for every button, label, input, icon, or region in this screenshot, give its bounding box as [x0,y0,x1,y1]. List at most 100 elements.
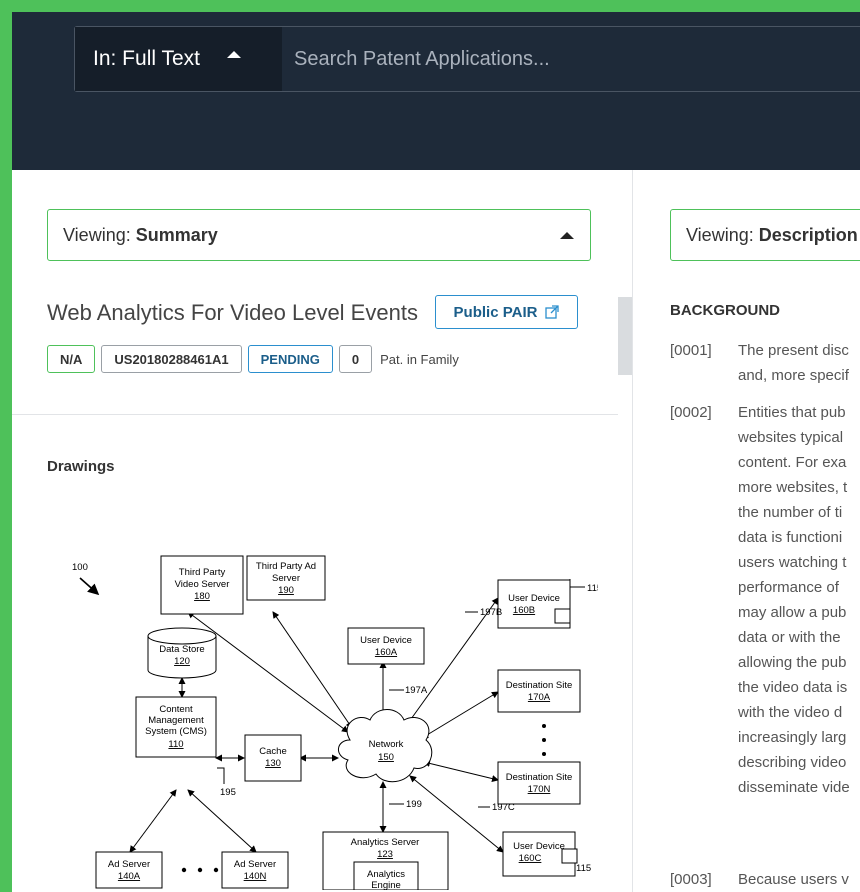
paragraph-line: disseminate vide [738,779,850,796]
svg-text:170N: 170N [528,784,551,795]
paragraph-line: websites typical [738,429,844,446]
ellipsis-dots-horizontal [181,867,219,873]
paragraph-number: [0003] [670,871,712,888]
search-scope-label: In: Full Text [93,47,200,70]
drawings-heading: Drawings [47,458,115,475]
svg-text:Content: Content [159,704,193,715]
right-viewing-prefix: Viewing: [686,224,754,245]
svg-text:Ad Server: Ad Server [108,859,150,870]
svg-text:140N: 140N [244,871,267,882]
svg-text:System (CMS): System (CMS) [145,726,207,737]
paragraph-line: and, more specif [738,367,849,384]
family-label: Pat. in Family [380,351,459,367]
ref-115-bottom: 115 [576,863,591,874]
svg-text:160B: 160B [513,605,535,616]
svg-text:140A: 140A [118,871,141,882]
svg-text:180: 180 [194,591,210,602]
ref-199: 199 [406,799,422,810]
svg-text:Network: Network [369,739,404,750]
analytics-server-box: Analytics Server 123 Analytics Engine [322,831,449,890]
paragraph-line: The present disc [738,342,849,359]
na-badge: N/A [47,345,96,373]
user-device-160c-box: User Device 160C [502,831,578,877]
paragraph-line: with the video d [738,704,843,721]
svg-text:Third Party Ad: Third Party Ad [256,561,316,572]
svg-text:Ad Server: Ad Server [234,859,276,870]
family-count-badge: 0 [338,345,373,373]
data-store-cylinder: Data Store 120 [147,627,217,679]
network-cloud: Network 150 [338,709,433,783]
paragraph-line: data or with the [738,629,841,646]
svg-text:Analytics Server: Analytics Server [351,837,420,848]
ad-server-140n-box: Ad Server 140N [221,851,289,889]
patent-drawing[interactable]: 100 Third Party Video Server 180 Third P… [58,540,598,890]
ellipsis-dots-vertical [542,724,546,756]
svg-text:160C: 160C [519,853,542,864]
svg-text:User Device: User Device [360,635,412,646]
paragraph-line: Because users v [738,871,849,888]
third-party-ad-server-box: Third Party Ad Server 190 [246,555,326,601]
search-scope-dropdown[interactable]: In: Full Text [75,27,282,91]
top-bar: In: Full Text [12,12,860,170]
paragraph-line: increasingly larg [738,729,847,746]
cache-box: Cache 130 [244,734,302,782]
left-viewing-prefix: Viewing: [63,224,131,245]
right-viewing-dropdown[interactable]: Viewing: Description [670,209,860,261]
user-device-160a-box: User Device 160A [347,627,425,665]
svg-text:Data Store: Data Store [159,644,204,655]
svg-text:Destination Site: Destination Site [506,680,573,691]
paragraph-number: [0001] [670,342,712,359]
destination-site-170a-box: Destination Site 170A [497,669,581,713]
svg-text:Video Server: Video Server [175,579,230,590]
paragraph-line: data is functioni [738,529,843,546]
search-box: In: Full Text [74,26,860,92]
paragraph-line: users watching t [738,554,847,571]
paragraph-line: the number of ti [738,504,843,521]
ref-197a: 197A [405,685,428,696]
paragraph-line: content. For exa [738,454,847,471]
left-viewing-dropdown[interactable]: Viewing: Summary [47,209,591,261]
paragraph-line: performance of [738,579,839,596]
pane-divider [632,170,633,892]
paragraph-line: may allow a pub [738,604,847,621]
public-pair-label: Public PAIR [453,303,538,321]
user-device-160b-box: User Device 160B [497,579,571,629]
patent-title: Web Analytics For Video Level Events [47,300,418,325]
svg-text:Destination Site: Destination Site [506,772,573,783]
ref-100-arrow [79,577,100,596]
svg-text:Server: Server [272,573,300,584]
destination-site-170n-box: Destination Site 170N [497,761,581,805]
svg-text:160A: 160A [375,647,398,658]
ref-195: 195 [220,787,236,798]
svg-text:123: 123 [377,849,393,860]
svg-text:Analytics: Analytics [367,869,405,880]
svg-text:130: 130 [265,758,281,769]
svg-text:Cache: Cache [259,746,286,757]
paragraph-number: [0002] [670,404,712,421]
svg-text:Management: Management [148,715,204,726]
ref-115-top: 115 [587,583,598,594]
scrollbar-thumb[interactable] [618,297,632,375]
third-party-video-server-box: Third Party Video Server 180 [160,555,244,615]
paragraph-line: the video data is [738,679,848,696]
public-pair-button[interactable]: Public PAIR [435,295,578,329]
search-input[interactable] [282,27,860,91]
svg-text:170A: 170A [528,692,551,703]
background-heading: BACKGROUND [670,302,780,319]
right-viewing-value: Description [758,224,858,245]
paragraph-line: Entities that pub [738,404,846,421]
paragraph-line: more websites, t [738,479,848,496]
svg-text:User Device: User Device [513,841,565,852]
ref-100-label: 100 [72,562,88,573]
paragraph-line: describing video [738,754,847,771]
caret-up-icon [227,51,241,58]
ref-197c: 197C [492,802,515,813]
left-viewing-value: Summary [135,224,218,245]
publication-number-badge: US20180288461A1 [101,345,242,373]
svg-text:150: 150 [378,752,394,763]
svg-text:User Device: User Device [508,593,560,604]
caret-up-icon [560,232,574,239]
svg-text:110: 110 [168,739,183,750]
svg-text:120: 120 [174,656,190,667]
section-divider [12,414,618,415]
